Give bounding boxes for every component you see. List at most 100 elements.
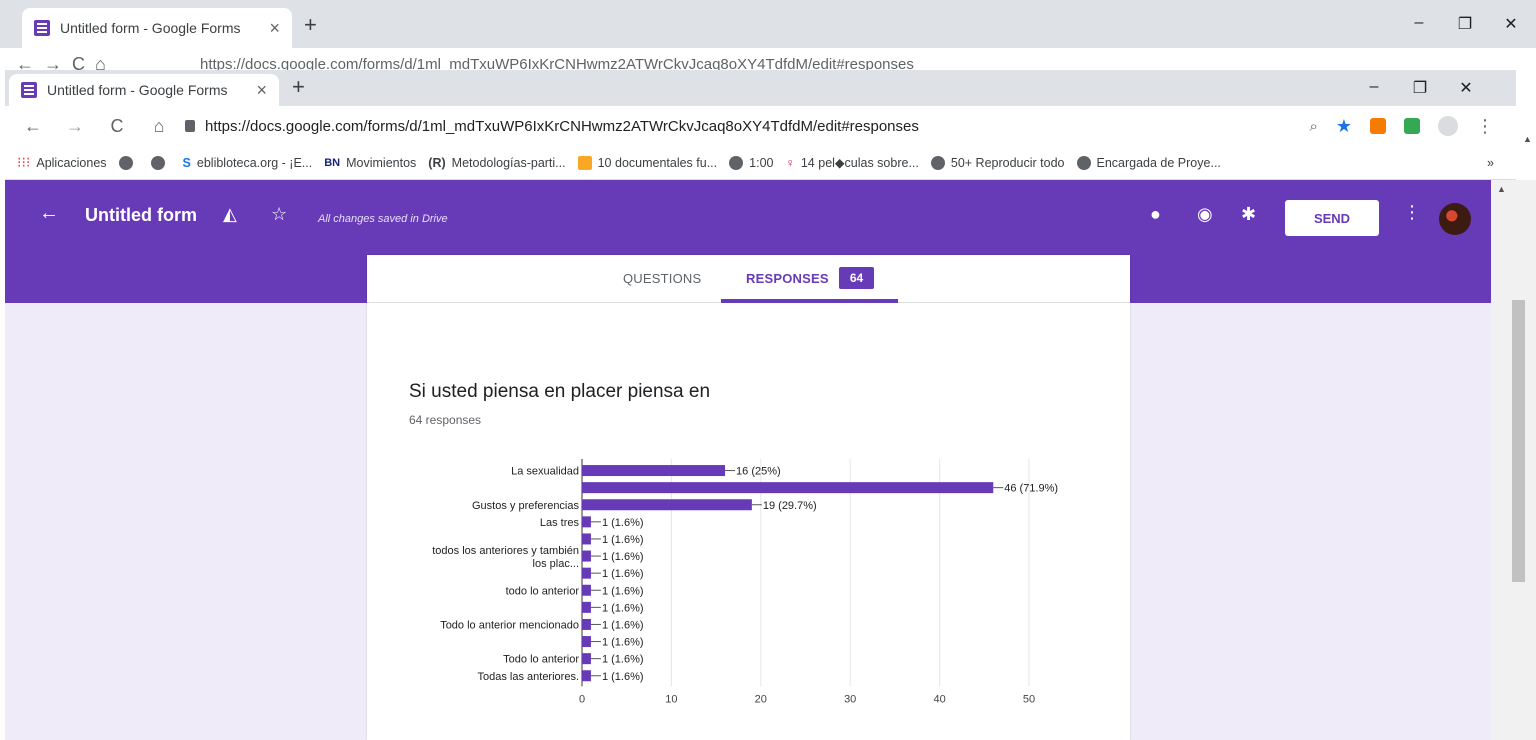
outer-tab-bar: Untitled form - Google Forms × + – ❐ ✕ xyxy=(0,0,1536,48)
home-icon[interactable]: ⌂ xyxy=(145,116,173,137)
category-label: Todo lo anterior xyxy=(503,654,579,666)
new-tab-icon[interactable]: + xyxy=(304,12,317,38)
bookmark-item[interactable]: Seblibloteca.org - ¡E... xyxy=(183,156,313,170)
back-icon[interactable]: ← xyxy=(19,116,47,137)
x-tick-label: 40 xyxy=(933,693,945,705)
bookmarks-bar: ⁝⁝⁝ Aplicaciones Seblibloteca.org - ¡E..… xyxy=(5,146,1516,180)
bookmark-item[interactable] xyxy=(150,155,171,170)
female-symbol-icon: ♀ xyxy=(785,155,795,170)
close-window-icon[interactable]: ✕ xyxy=(1488,14,1534,34)
palette-icon[interactable]: ● xyxy=(1150,204,1161,225)
globe-icon xyxy=(930,155,945,170)
minimize-icon[interactable]: – xyxy=(1351,78,1397,98)
bookmark-item[interactable]: Encargada de Proye... xyxy=(1076,155,1221,170)
minimize-icon[interactable]: – xyxy=(1396,14,1442,34)
bookmark-star-icon[interactable]: ★ xyxy=(1336,116,1352,137)
data-label: 1 (1.6%) xyxy=(602,551,644,563)
data-label: 1 (1.6%) xyxy=(602,568,644,580)
globe-icon xyxy=(1076,155,1091,170)
address-bar: ← → C ⌂ https://docs.google.com/forms/d/… xyxy=(5,106,1516,146)
responses-card: QUESTIONS RESPONSES 64 Si usted piensa e… xyxy=(367,255,1130,740)
bar xyxy=(582,499,752,511)
bookmark-item[interactable]: 50+ Reproducir todo xyxy=(930,155,1065,170)
category-label: los plac... xyxy=(533,558,579,570)
category-label: Gustos y preferencias xyxy=(472,500,579,512)
bookmark-apps[interactable]: ⁝⁝⁝ Aplicaciones xyxy=(17,154,107,171)
url-field[interactable]: https://docs.google.com/forms/d/1ml_mdTx… xyxy=(205,118,919,135)
data-label: 1 (1.6%) xyxy=(602,619,644,631)
bar xyxy=(582,567,591,579)
category-label: La sexualidad xyxy=(511,466,579,478)
x-tick-label: 0 xyxy=(579,693,585,705)
apps-grid-icon: ⁝⁝⁝ xyxy=(17,154,31,170)
bar xyxy=(582,533,591,545)
bn-icon: BN xyxy=(324,156,341,169)
move-to-folder-icon[interactable]: ◭ xyxy=(223,204,237,225)
restore-icon[interactable]: ❐ xyxy=(1442,14,1488,34)
star-icon[interactable]: ☆ xyxy=(271,204,287,225)
forms-icon xyxy=(34,20,50,36)
data-label: 46 (71.9%) xyxy=(1004,483,1058,495)
data-label: 1 (1.6%) xyxy=(602,517,644,529)
bar xyxy=(582,482,994,494)
zoom-icon[interactable]: ⌕ xyxy=(1309,118,1317,135)
browser-tab[interactable]: Untitled form - Google Forms × xyxy=(9,74,279,106)
globe-icon xyxy=(729,155,744,170)
window-controls: – ❐ ✕ xyxy=(1351,78,1489,98)
extension-icon[interactable] xyxy=(1370,118,1386,134)
more-vert-icon[interactable]: ⋮ xyxy=(1403,202,1421,223)
menu-icon[interactable]: ⋮ xyxy=(1476,116,1494,137)
data-label: 1 (1.6%) xyxy=(602,585,644,597)
eblibloteca-icon: S xyxy=(182,155,191,170)
category-label: todos los anteriores y también xyxy=(432,545,579,557)
reload-icon[interactable]: C xyxy=(103,116,131,137)
globe-icon xyxy=(118,155,133,170)
lock-icon[interactable] xyxy=(185,120,195,132)
bookmark-item[interactable] xyxy=(118,155,139,170)
bar xyxy=(582,636,591,648)
outer-tab[interactable]: Untitled form - Google Forms × xyxy=(22,8,292,48)
settings-gear-icon[interactable]: ✱ xyxy=(1241,204,1256,225)
form-title[interactable]: Untitled form xyxy=(85,205,197,226)
x-tick-label: 20 xyxy=(755,693,767,705)
data-label: 16 (25%) xyxy=(736,466,781,478)
data-label: 1 (1.6%) xyxy=(602,671,644,683)
avatar[interactable] xyxy=(1439,203,1471,235)
outer-nav-icons: ← → C ⌂ xyxy=(16,54,106,70)
bookmark-item[interactable]: 10 documentales fu... xyxy=(577,155,717,170)
outer-url[interactable]: https://docs.google.com/forms/d/1ml_mdTx… xyxy=(200,56,914,70)
restore-icon[interactable]: ❐ xyxy=(1397,78,1443,98)
bookmark-item[interactable]: BN Movimientos xyxy=(324,156,416,170)
category-label: Todo lo anterior mencionado xyxy=(440,619,579,631)
bookmark-item[interactable]: (R) Metodologías-parti... xyxy=(428,156,565,170)
close-icon[interactable]: × xyxy=(269,18,280,39)
bookmark-item[interactable]: 1:00 xyxy=(729,155,773,170)
x-tick-label: 10 xyxy=(665,693,677,705)
bar xyxy=(582,618,591,630)
forms-icon xyxy=(21,82,37,98)
bookmarks-overflow[interactable]: » xyxy=(1487,156,1494,170)
back-arrow-icon[interactable]: ← xyxy=(39,202,59,225)
preview-eye-icon[interactable]: ◉ xyxy=(1197,204,1213,225)
close-window-icon[interactable]: ✕ xyxy=(1443,78,1489,98)
bar xyxy=(582,584,591,596)
bookmark-item[interactable]: ♀ 14 pel◆culas sobre... xyxy=(785,155,918,171)
forward-icon[interactable]: → xyxy=(61,116,89,137)
tab-title: Untitled form - Google Forms xyxy=(47,82,228,98)
bar xyxy=(582,653,591,665)
r-icon: (R) xyxy=(428,155,446,170)
new-tab-icon[interactable]: + xyxy=(292,74,305,100)
scrollbar-thumb[interactable] xyxy=(1512,300,1525,582)
bar xyxy=(582,601,591,613)
profile-icon[interactable] xyxy=(1438,116,1458,136)
send-button[interactable]: SEND xyxy=(1285,200,1379,236)
documentales-icon xyxy=(577,155,592,170)
close-icon[interactable]: × xyxy=(256,80,267,101)
category-label: todo lo anterior xyxy=(506,585,580,597)
data-label: 1 (1.6%) xyxy=(602,534,644,546)
category-label: Las tres xyxy=(540,517,580,529)
data-label: 1 (1.6%) xyxy=(602,602,644,614)
extension-icon[interactable] xyxy=(1404,118,1420,134)
scroll-up-arrow-icon[interactable]: ▲ xyxy=(1523,134,1532,144)
scroll-up-arrow-icon[interactable]: ▲ xyxy=(1497,184,1506,194)
